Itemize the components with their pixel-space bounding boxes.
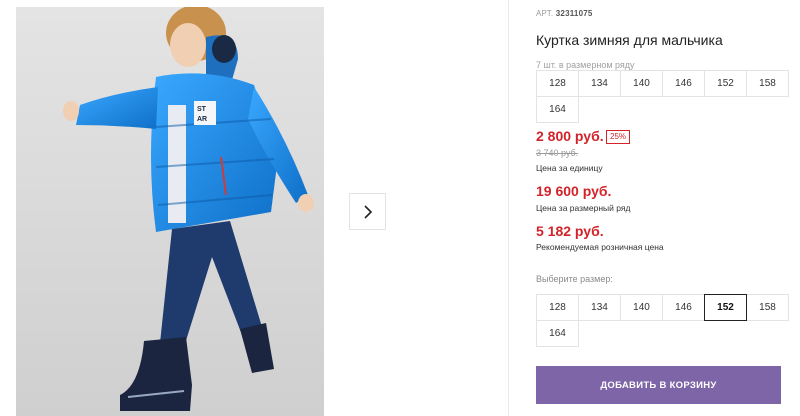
size-option[interactable]: 164 bbox=[536, 320, 579, 347]
size-option[interactable]: 158 bbox=[746, 294, 789, 321]
svg-text:ST: ST bbox=[197, 106, 207, 113]
article-code: АРТ. 32311075 bbox=[536, 9, 593, 18]
size-option-selected[interactable]: 152 bbox=[704, 294, 747, 321]
choose-size-label: Выберите размер: bbox=[536, 274, 613, 284]
old-price: 3 740 руб. bbox=[536, 148, 579, 158]
lot-size-cell: 164 bbox=[536, 96, 579, 123]
boy-in-jacket-illustration: ST AR bbox=[16, 7, 324, 416]
rrp-price-caption: Рекомендуемая розничная цена bbox=[536, 242, 664, 252]
lot-size-cell: 140 bbox=[620, 70, 663, 97]
product-title: Куртка зимняя для мальчика bbox=[536, 32, 723, 48]
discount-badge: 25% bbox=[606, 130, 631, 144]
lot-size-cell: 146 bbox=[662, 70, 705, 97]
add-to-cart-button[interactable]: ДОБАВИТЬ В КОРЗИНУ bbox=[536, 366, 781, 404]
product-info: АРТ. 32311075 Куртка зимняя для мальчика… bbox=[536, 0, 800, 416]
lot-note: 7 шт. в размерном ряду bbox=[536, 60, 635, 70]
size-option[interactable]: 140 bbox=[620, 294, 663, 321]
size-option[interactable]: 146 bbox=[662, 294, 705, 321]
next-image-button[interactable] bbox=[349, 193, 386, 230]
size-option[interactable]: 128 bbox=[536, 294, 579, 321]
gallery-panel: ST AR bbox=[0, 0, 508, 416]
lot-size-cell: 152 bbox=[704, 70, 747, 97]
unit-price: 2 800 руб. bbox=[536, 128, 604, 144]
article-label: АРТ. bbox=[536, 9, 554, 18]
chevron-right-icon bbox=[363, 204, 372, 219]
lot-size-cell: 128 bbox=[536, 70, 579, 97]
lot-size-grid: 128 134 140 146 152 158 164 bbox=[536, 70, 789, 123]
unit-price-caption: Цена за единицу bbox=[536, 163, 603, 173]
size-option[interactable]: 134 bbox=[578, 294, 621, 321]
product-photo: ST AR bbox=[16, 7, 324, 416]
lot-size-cell: 134 bbox=[578, 70, 621, 97]
svg-text:AR: AR bbox=[197, 116, 207, 123]
size-selector: 128 134 140 146 152 158 164 bbox=[536, 294, 789, 347]
rrp-price: 5 182 руб. bbox=[536, 223, 604, 239]
article-number: 32311075 bbox=[555, 9, 593, 18]
lot-price: 19 600 руб. bbox=[536, 183, 612, 199]
panel-divider bbox=[508, 0, 509, 416]
lot-price-caption: Цена за размерный ряд bbox=[536, 203, 631, 213]
lot-size-cell: 158 bbox=[746, 70, 789, 97]
